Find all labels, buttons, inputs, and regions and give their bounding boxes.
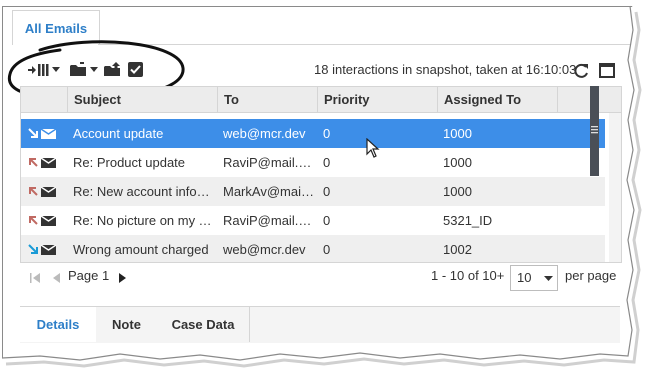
- cell-assigned: 1000: [443, 155, 472, 170]
- header-assigned-to[interactable]: Assigned To: [437, 87, 557, 112]
- cell-assigned: 1000: [443, 184, 472, 199]
- envelope-icon: [41, 245, 56, 255]
- table-row[interactable]: Re: New account inform... MarkAv@mail...…: [21, 177, 605, 206]
- tab-all-emails-label: All Emails: [24, 20, 88, 36]
- interactions-table: Subject To Priority Assigned To Account …: [20, 86, 622, 263]
- header-icon-column: [21, 87, 67, 112]
- tab-note[interactable]: Note: [96, 307, 158, 342]
- vertical-scrollbar-thumb[interactable]: [590, 86, 599, 176]
- maximize-icon[interactable]: [599, 63, 615, 78]
- envelope-icon: [41, 158, 56, 168]
- cell-to: MarkAv@mail....: [223, 184, 315, 199]
- table-row[interactable]: Re: No picture on my TV RaviP@mail.dev 0…: [21, 206, 605, 235]
- tab-case-data-label: Case Data: [171, 317, 235, 332]
- cell-subject: Re: Product update: [73, 155, 186, 170]
- cell-priority: 0: [323, 242, 331, 257]
- cell-to: web@mcr.dev: [223, 126, 306, 141]
- chevron-down-icon: [544, 276, 553, 281]
- cell-to: RaviP@mail.dev: [223, 213, 315, 228]
- table-row[interactable]: Wrong amount charged web@mcr.dev 0 1002: [21, 235, 605, 262]
- per-page-label: per page: [565, 268, 617, 283]
- cell-priority: 0: [323, 184, 331, 199]
- tab-details[interactable]: Details: [20, 307, 97, 342]
- table-row[interactable]: Account update web@mcr.dev 0 1000: [21, 119, 605, 148]
- header-subject[interactable]: Subject: [67, 87, 217, 112]
- detail-tabs: Details Note Case Data: [20, 306, 620, 343]
- mouse-cursor-icon: [366, 138, 380, 158]
- page-indicator: Page 1: [68, 268, 110, 283]
- outbound-arrow-icon: [29, 158, 38, 167]
- cell-to: RaviP@mail.dev: [223, 155, 315, 170]
- inbound-arrow-icon: [28, 244, 38, 254]
- cell-priority: 0: [323, 213, 331, 228]
- envelope-icon: [41, 187, 56, 197]
- previous-page-icon[interactable]: [52, 273, 61, 283]
- cell-assigned: 5321_ID: [443, 213, 493, 228]
- next-page-icon[interactable]: [118, 273, 127, 283]
- tab-note-label: Note: [112, 317, 141, 332]
- cell-subject: Re: New account inform...: [73, 184, 213, 199]
- vertical-scrollbar-track[interactable]: [609, 113, 621, 262]
- snapshot-status: 18 interactions in snapshot, taken at 16…: [314, 62, 577, 77]
- page-range: 1 - 10 of 10+: [431, 268, 505, 283]
- page-size-value: 10: [517, 270, 532, 285]
- table-row[interactable]: Re: Product update RaviP@mail.dev 0 1000: [21, 148, 605, 177]
- header-extra: [557, 87, 621, 112]
- cell-subject: Wrong amount charged: [73, 242, 209, 257]
- tab-case-data[interactable]: Case Data: [157, 307, 250, 342]
- envelope-icon: [41, 129, 56, 139]
- table-header: Subject To Priority Assigned To: [21, 87, 621, 113]
- inbound-arrow-icon: [28, 128, 38, 138]
- cell-assigned: 1002: [443, 242, 472, 257]
- header-priority[interactable]: Priority: [317, 87, 437, 112]
- cell-assigned: 1000: [443, 126, 472, 141]
- page-size-select[interactable]: 10: [510, 265, 558, 291]
- cell-subject: Re: No picture on my TV: [73, 213, 213, 228]
- first-page-icon[interactable]: [30, 273, 42, 283]
- outbound-arrow-icon: [29, 187, 38, 196]
- header-to[interactable]: To: [217, 87, 317, 112]
- refresh-icon[interactable]: [572, 62, 590, 80]
- cell-subject: Account update: [73, 126, 164, 141]
- cell-to: web@mcr.dev: [223, 242, 306, 257]
- tab-details-label: Details: [36, 317, 80, 332]
- envelope-icon: [41, 216, 56, 226]
- outbound-arrow-icon: [29, 216, 38, 225]
- grip-icon: [591, 126, 598, 134]
